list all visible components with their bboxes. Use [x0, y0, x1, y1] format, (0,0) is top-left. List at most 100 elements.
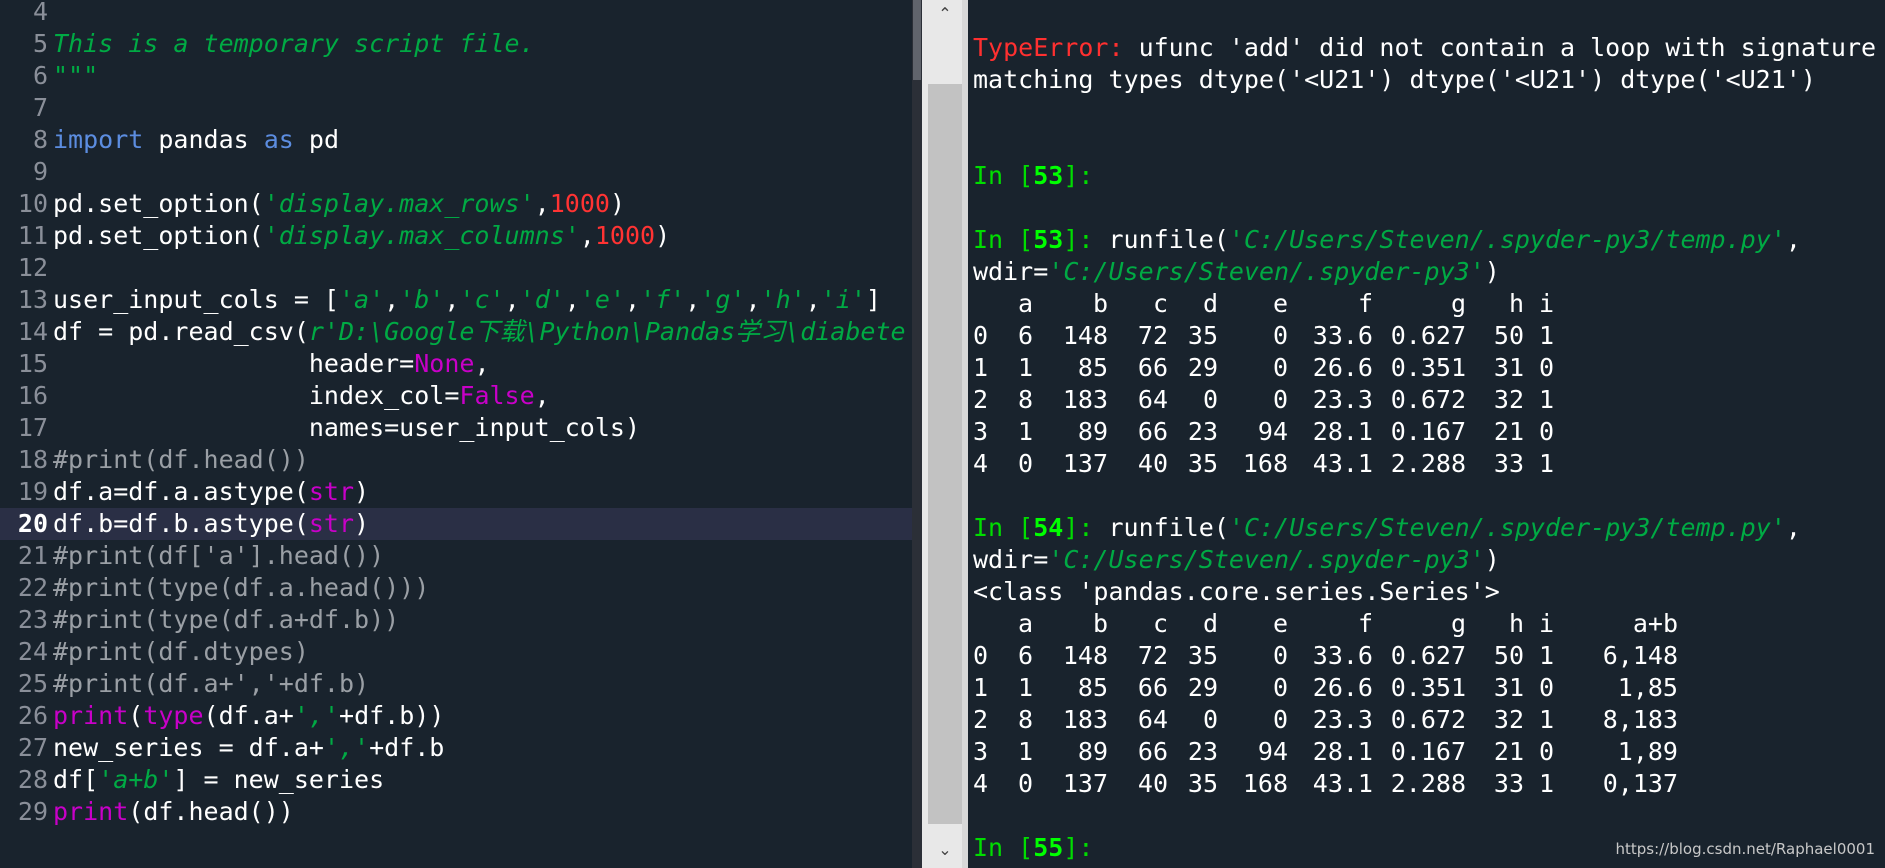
- code-token: index_col=: [53, 381, 460, 410]
- prompt-end: ]:: [1063, 225, 1094, 254]
- code-line[interactable]: 11 pd.set_option('display.max_columns',10…: [0, 220, 912, 252]
- code-token: False: [459, 381, 535, 410]
- console-scrollbar[interactable]: ⌃ ⌄: [922, 0, 968, 868]
- code-line[interactable]: 7: [0, 92, 912, 124]
- line-number: 25: [17, 669, 48, 698]
- code-token: ,: [579, 221, 595, 250]
- line-code: new_series = df.a+','+df.b: [53, 732, 444, 764]
- line-number: 8: [32, 125, 48, 154]
- code-line[interactable]: 29 print(df.head()): [0, 796, 912, 828]
- line-number: 27: [17, 733, 48, 762]
- code-line[interactable]: 20 df.b=df.b.astype(str): [0, 508, 912, 540]
- code-token: 'f': [640, 285, 686, 314]
- prompt-number: 55: [1033, 833, 1064, 862]
- code-token: ',': [293, 701, 340, 730]
- line-number: 12: [17, 253, 48, 282]
- error-message: ufunc 'add' did not contain a loop with …: [1123, 33, 1877, 62]
- code-line[interactable]: 13 user_input_cols = ['a','b','c','d','e'…: [0, 284, 912, 316]
- code-token: as: [263, 125, 294, 154]
- line-number: 5: [32, 29, 48, 58]
- code-token: df = pd.read_csv(: [53, 317, 309, 346]
- line-number: 24: [17, 637, 48, 666]
- line-code: df.b=df.b.astype(str): [53, 508, 369, 540]
- line-number: 22: [17, 573, 48, 602]
- code-token: 'a+b': [98, 765, 174, 794]
- column-header: a+b: [1632, 609, 1678, 638]
- code-line[interactable]: 9: [0, 156, 912, 188]
- code-token: df.b=df.b.astype(: [53, 509, 309, 538]
- code-editor[interactable]: 4 5 This is a temporary script file. 6 """ 7 8…: [0, 0, 912, 868]
- code-token: ',': [323, 733, 370, 762]
- console-prompt[interactable]: In [53]:: [973, 160, 1093, 192]
- code-token: ,: [564, 285, 580, 314]
- editor-scrollbar-thumb[interactable]: [913, 0, 921, 80]
- editor-scrollbar[interactable]: [912, 0, 922, 868]
- code-token: str: [308, 477, 355, 506]
- code-token: names=user_input_cols): [53, 413, 640, 442]
- code-line[interactable]: 5 This is a temporary script file.: [0, 28, 912, 60]
- line-number: 7: [32, 93, 48, 122]
- line-code: print(df.head()): [53, 796, 294, 828]
- code-line[interactable]: 14 df = pd.read_csv(r'D:\Google下载\Python\…: [0, 316, 912, 348]
- code-line[interactable]: 26 print(type(df.a+','+df.b)): [0, 700, 912, 732]
- wdir-line: wdir='C:/Users/Steven/.spyder-py3'): [973, 256, 1500, 288]
- code-line[interactable]: 15 header=None,: [0, 348, 912, 380]
- line-number: 13: [17, 285, 48, 314]
- code-token: ,: [745, 285, 761, 314]
- code-token: ,: [685, 285, 701, 314]
- code-token: 'h': [760, 285, 806, 314]
- code-token: header=: [53, 349, 415, 378]
- line-code: #print(df.a+','+df.b): [53, 668, 369, 700]
- code-line[interactable]: 8 import pandas as pd: [0, 124, 912, 156]
- line-number: 18: [17, 445, 48, 474]
- line-code: names=user_input_cols): [53, 412, 640, 444]
- error-type: TypeError:: [973, 33, 1124, 62]
- line-code: #print(df.dtypes): [53, 636, 309, 668]
- code-token: +df.b: [369, 733, 445, 762]
- console-prompt-active[interactable]: In [55]:: [973, 832, 1093, 864]
- console-scrollbar-thumb[interactable]: [928, 84, 962, 824]
- code-token: pd.set_option(: [53, 221, 264, 250]
- code-token: print: [53, 797, 129, 826]
- code-line[interactable]: 4: [0, 0, 912, 28]
- line-number: 28: [17, 765, 48, 794]
- prompt-number: 54: [1033, 513, 1064, 542]
- runfile-path: 'C:/Users/Steven/.spyder-py3/temp.py': [1228, 225, 1786, 254]
- prompt-end: ]:: [1063, 161, 1094, 190]
- line-number: 17: [17, 413, 48, 442]
- code-line[interactable]: 22 #print(type(df.a.head())): [0, 572, 912, 604]
- code-token: import: [53, 125, 144, 154]
- code-line[interactable]: 27 new_series = df.a+','+df.b: [0, 732, 912, 764]
- table-cell: 6,148: [1602, 641, 1678, 670]
- line-number: 15: [17, 349, 48, 378]
- console-prompt[interactable]: In [54]: runfile('C:/Users/Steven/.spyde…: [973, 512, 1801, 544]
- code-token: 'b': [399, 285, 445, 314]
- table-cell: 0: [1538, 417, 1554, 446]
- code-line[interactable]: 16 index_col=False,: [0, 380, 912, 412]
- code-line[interactable]: 10 pd.set_option('display.max_rows',1000): [0, 188, 912, 220]
- line-code: df.a=df.a.astype(str): [53, 476, 369, 508]
- code-line[interactable]: 21 #print(df['a'].head()): [0, 540, 912, 572]
- code-line[interactable]: 19 df.a=df.a.astype(str): [0, 476, 912, 508]
- code-line[interactable]: 24 #print(df.dtypes): [0, 636, 912, 668]
- line-code: pd.set_option('display.max_rows',1000): [53, 188, 625, 220]
- code-token: ,: [444, 285, 460, 314]
- ipython-console[interactable]: TypeError: ufunc 'add' did not contain a…: [968, 0, 1885, 868]
- wdir-label: wdir=: [973, 545, 1049, 574]
- line-number: 4: [32, 0, 48, 26]
- code-line[interactable]: 23 #print(type(df.a+df.b)): [0, 604, 912, 636]
- line-number: 6: [32, 61, 48, 90]
- prompt-label: In [: [973, 225, 1034, 254]
- code-token: 'display.max_rows': [263, 189, 535, 218]
- code-line[interactable]: 28 df['a+b'] = new_series: [0, 764, 912, 796]
- code-line[interactable]: 12: [0, 252, 912, 284]
- console-prompt[interactable]: In [53]: runfile('C:/Users/Steven/.spyde…: [973, 224, 1801, 256]
- code-line[interactable]: 6 """: [0, 60, 912, 92]
- code-token: (: [128, 701, 144, 730]
- code-token: ): [655, 221, 671, 250]
- code-line[interactable]: 17 names=user_input_cols): [0, 412, 912, 444]
- code-token: 1000: [549, 189, 610, 218]
- line-number: 11: [17, 221, 48, 250]
- code-line[interactable]: 18 #print(df.head()): [0, 444, 912, 476]
- code-line[interactable]: 25 #print(df.a+','+df.b): [0, 668, 912, 700]
